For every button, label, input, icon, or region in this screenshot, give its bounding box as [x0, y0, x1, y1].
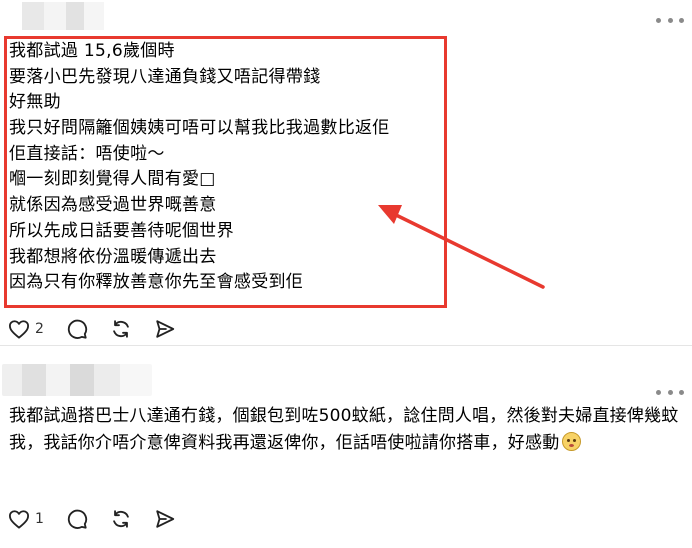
repost-icon	[113, 320, 129, 338]
post-2-text: 我都試過搭巴士八達通冇錢，個銀包到咗500蚊紙，諗住問人唱，然後對夫婦直接俾幾蚊…	[9, 403, 679, 457]
heart-icon	[9, 320, 29, 339]
like-count: 2	[35, 321, 44, 337]
repost-button[interactable]	[110, 508, 132, 530]
repost-icon	[113, 510, 129, 528]
like-button[interactable]: 2	[8, 319, 44, 339]
heart-icon	[9, 510, 29, 529]
share-button[interactable]	[154, 318, 176, 340]
reply-button[interactable]	[66, 508, 88, 530]
flushed-face-emoji	[562, 432, 582, 451]
post-2-actions: 1	[8, 508, 198, 530]
send-icon	[156, 510, 175, 528]
blurred-username	[2, 364, 152, 396]
share-button[interactable]	[154, 508, 176, 530]
post-1-actions: 2	[8, 318, 198, 340]
post-2: 我都試過搭巴士八達通冇錢，個銀包到咗500蚊紙，諗住問人唱，然後對夫婦直接俾幾蚊…	[0, 346, 692, 548]
like-button[interactable]: 1	[8, 509, 44, 529]
comment-icon	[67, 509, 88, 529]
repost-button[interactable]	[110, 318, 132, 340]
reply-button[interactable]	[66, 318, 88, 340]
red-arrow-annotation	[378, 205, 545, 289]
more-dots-icon[interactable]	[656, 386, 684, 398]
comment-icon	[67, 319, 88, 339]
like-count: 1	[35, 511, 44, 527]
post-1: 我都試過 15,6歲個時 要落小巴先發現八達通負錢又唔記得帶錢 好無助 我只好問…	[0, 0, 692, 345]
send-icon	[156, 320, 175, 338]
